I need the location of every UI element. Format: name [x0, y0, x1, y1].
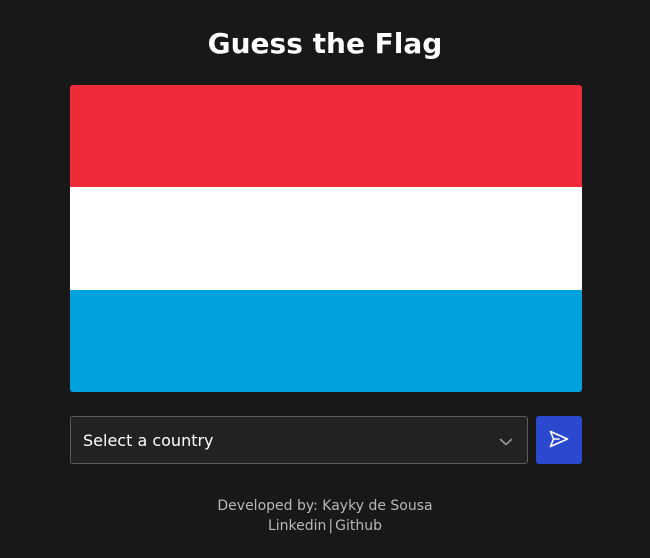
- footer: Developed by: Kayky de Sousa Linkedin | Gi…: [0, 496, 650, 536]
- footer-separator: |: [328, 518, 334, 534]
- github-link[interactable]: Github: [335, 518, 382, 534]
- flag-stripe-top: [70, 85, 582, 188]
- send-icon: [549, 430, 569, 451]
- country-select[interactable]: Select a country: [70, 416, 528, 464]
- flag-image: [70, 85, 582, 392]
- linkedin-link[interactable]: Linkedin: [268, 518, 326, 534]
- footer-links: Linkedin | Github: [0, 516, 650, 536]
- chevron-down-icon: [499, 434, 513, 446]
- footer-credit: Developed by: Kayky de Sousa: [217, 498, 433, 514]
- flag-stripe-bottom: [70, 289, 582, 392]
- submit-guess-button[interactable]: [536, 416, 582, 464]
- flag-stripe-middle: [70, 187, 582, 290]
- page-title: Guess the Flag: [207, 27, 443, 60]
- country-select-value: Select a country: [83, 431, 214, 450]
